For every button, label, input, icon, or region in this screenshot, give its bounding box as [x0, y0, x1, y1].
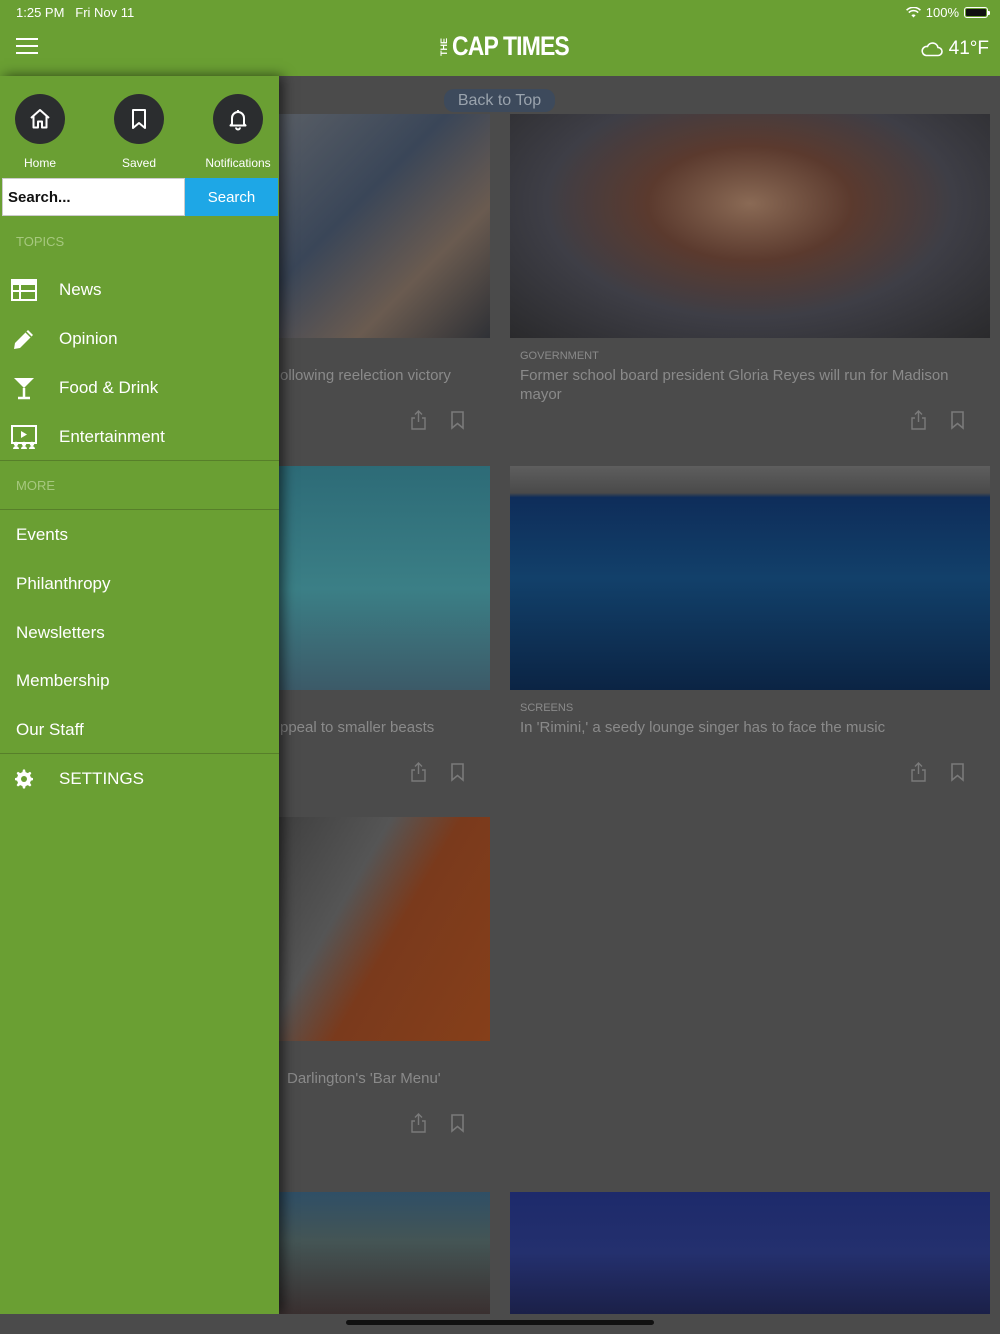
- topic-food-drink[interactable]: Food & Drink: [0, 366, 279, 410]
- search-input[interactable]: [2, 178, 185, 216]
- share-icon[interactable]: [410, 1113, 427, 1133]
- topic-opinion[interactable]: Opinion: [0, 317, 279, 361]
- article-title: ollowing reelection victory: [280, 367, 451, 384]
- logo-text: CAP TIMES: [452, 31, 570, 61]
- home-icon: [15, 94, 65, 144]
- pencil-icon: [13, 330, 33, 349]
- article-actions: [410, 762, 466, 782]
- article-card[interactable]: ppeal to smaller beasts: [270, 466, 490, 796]
- topic-entertainment[interactable]: Entertainment: [0, 415, 279, 459]
- status-clock: 1:25 PM: [16, 5, 65, 20]
- article-card[interactable]: [510, 1192, 990, 1314]
- article-kicker: GOVERNMENT: [520, 350, 599, 362]
- bookmark-icon[interactable]: [449, 762, 466, 782]
- temperature: 41°F: [948, 38, 989, 59]
- share-icon[interactable]: [910, 410, 927, 430]
- article-actions: [910, 762, 966, 782]
- quick-link-notifications[interactable]: Notifications: [198, 94, 278, 170]
- article-actions: [410, 1113, 466, 1133]
- more-item-membership[interactable]: Membership: [16, 671, 110, 691]
- search-bar: Search: [2, 178, 278, 216]
- article-card[interactable]: GOVERNMENT Former school board president…: [510, 114, 990, 444]
- more-item-events[interactable]: Events: [16, 525, 68, 545]
- topic-label: News: [59, 280, 102, 299]
- article-title: Former school board president Gloria Rey…: [520, 367, 949, 403]
- share-icon[interactable]: [910, 762, 927, 782]
- topic-label: Food & Drink: [59, 378, 159, 397]
- share-icon[interactable]: [410, 410, 427, 430]
- bookmark-icon[interactable]: [449, 1113, 466, 1133]
- topics-heading: TOPICS: [16, 234, 65, 249]
- article-image: [510, 1192, 990, 1314]
- cocktail-icon: [13, 378, 34, 400]
- article-title: Darlington's 'Bar Menu': [287, 1070, 441, 1087]
- cap-times-logo[interactable]: THE CAP TIMES: [439, 31, 590, 61]
- quick-link-label: Notifications: [205, 156, 271, 170]
- bookmark-icon[interactable]: [949, 762, 966, 782]
- article-card[interactable]: SCREENS In 'Rimini,' a seedy lounge sing…: [510, 466, 990, 796]
- article-image: [270, 466, 490, 690]
- article-image: [270, 817, 490, 1041]
- battery-percent: 100%: [925, 5, 959, 20]
- article-image: [270, 114, 490, 338]
- battery-fill: [966, 9, 986, 16]
- back-to-top-button[interactable]: Back to Top: [444, 89, 555, 112]
- article-actions: [910, 410, 966, 430]
- more-item-our-staff[interactable]: Our Staff: [16, 720, 84, 740]
- share-icon[interactable]: [410, 762, 427, 782]
- search-button[interactable]: Search: [185, 178, 278, 216]
- divider: [0, 460, 279, 461]
- article-kicker: SCREENS: [520, 702, 574, 714]
- article-actions: [410, 410, 466, 430]
- divider: [0, 509, 279, 510]
- quick-link-saved[interactable]: Saved: [99, 94, 179, 170]
- article-image: [510, 114, 990, 338]
- battery-icon: [964, 7, 990, 18]
- divider: [0, 753, 279, 754]
- status-date: Fri Nov 11: [75, 5, 135, 20]
- settings-item[interactable]: SETTINGS: [0, 764, 279, 794]
- article-title: ppeal to smaller beasts: [280, 719, 435, 736]
- quick-link-home[interactable]: Home: [0, 94, 80, 170]
- article-card[interactable]: ollowing reelection victory: [270, 114, 490, 444]
- article-image: [270, 1192, 490, 1314]
- bookmark-icon[interactable]: [449, 410, 466, 430]
- article-title: In 'Rimini,' a seedy lounge singer has t…: [520, 719, 886, 736]
- article-card[interactable]: Darlington's 'Bar Menu': [270, 817, 490, 1147]
- gear-icon: [15, 769, 33, 789]
- topic-news[interactable]: News: [0, 268, 279, 312]
- weather-widget[interactable]: 41°F: [921, 38, 989, 60]
- settings-label: SETTINGS: [59, 769, 145, 788]
- quick-link-label: Saved: [121, 156, 157, 170]
- app-header: 1:25 PM Fri Nov 11 100% THE CAP TIMES 41…: [0, 0, 1000, 76]
- cloud-icon: [921, 42, 943, 57]
- logo-prefix: THE: [439, 37, 449, 56]
- more-item-philanthropy[interactable]: Philanthropy: [16, 574, 111, 594]
- topic-label: Opinion: [59, 329, 118, 348]
- article-image: [510, 466, 990, 690]
- status-right: 100%: [905, 5, 990, 20]
- more-heading: MORE: [16, 478, 55, 493]
- home-indicator[interactable]: [346, 1320, 654, 1325]
- article-card[interactable]: [270, 1192, 490, 1314]
- newspaper-icon: [10, 279, 37, 301]
- wifi-icon: [905, 7, 921, 18]
- more-item-newsletters[interactable]: Newsletters: [16, 623, 105, 643]
- bookmark-icon[interactable]: [949, 410, 966, 430]
- presentation-icon: [10, 425, 37, 449]
- bookmark-icon: [114, 94, 164, 144]
- status-time: 1:25 PM Fri Nov 11: [16, 5, 134, 20]
- bell-icon: [213, 94, 263, 144]
- navigation-drawer: Home Saved Notifications Search TOPICS N…: [0, 76, 279, 1314]
- quick-link-label: Home: [23, 156, 56, 170]
- topic-label: Entertainment: [59, 427, 165, 446]
- menu-button[interactable]: [16, 38, 38, 54]
